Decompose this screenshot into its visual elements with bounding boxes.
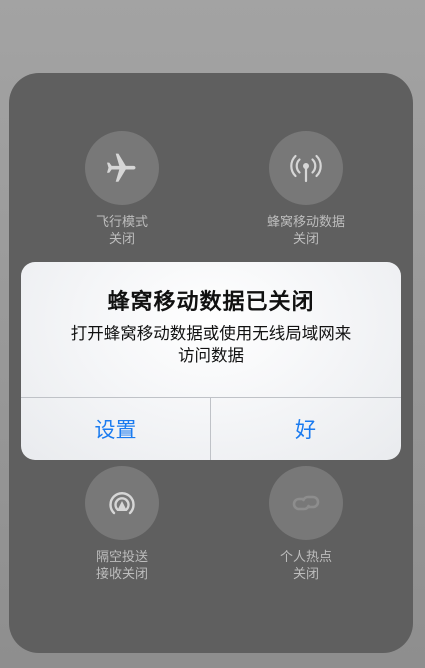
cellular-off-alert: 蜂窝移动数据已关闭 打开蜂窝移动数据或使用无线局域网来 访问数据 设置 好 <box>21 262 401 460</box>
alert-title: 蜂窝移动数据已关闭 <box>107 290 315 315</box>
cellular-data-status: 关闭 <box>292 232 319 247</box>
personal-hotspot-label: 个人热点 <box>279 550 332 565</box>
ok-button[interactable]: 好 <box>211 398 400 460</box>
airplane-mode-label: 飞行模式 <box>95 215 148 230</box>
airplane-icon <box>107 153 136 182</box>
settings-button[interactable]: 设置 <box>21 398 210 460</box>
personal-hotspot-status: 关闭 <box>292 567 319 582</box>
cellular-data-toggle[interactable]: 蜂窝移动数据 关闭 <box>236 131 376 248</box>
alert-message-line-1: 打开蜂窝移动数据或使用无线局域网来 <box>70 324 352 343</box>
airdrop-label: 隔空投送 <box>95 550 148 565</box>
cellular-data-button[interactable] <box>269 131 343 205</box>
airplane-mode-toggle[interactable]: 飞行模式 关闭 <box>52 131 192 248</box>
alert-message: 打开蜂窝移动数据或使用无线局域网来 访问数据 <box>41 323 381 367</box>
alert-message-line-2: 访问数据 <box>178 346 244 365</box>
airdrop-status: 接收关闭 <box>95 567 148 582</box>
cellular-antenna-icon <box>290 154 322 183</box>
cellular-data-label: 蜂窝移动数据 <box>266 215 345 230</box>
airplane-mode-status: 关闭 <box>108 232 135 247</box>
hotspot-link-icon <box>292 495 320 511</box>
airdrop-button[interactable] <box>85 466 159 540</box>
personal-hotspot-toggle[interactable]: 个人热点 关闭 <box>236 466 376 583</box>
airplane-mode-button[interactable] <box>85 131 159 205</box>
airdrop-toggle[interactable]: 隔空投送 接收关闭 <box>52 466 192 583</box>
airdrop-icon <box>109 492 135 515</box>
personal-hotspot-button[interactable] <box>269 466 343 540</box>
